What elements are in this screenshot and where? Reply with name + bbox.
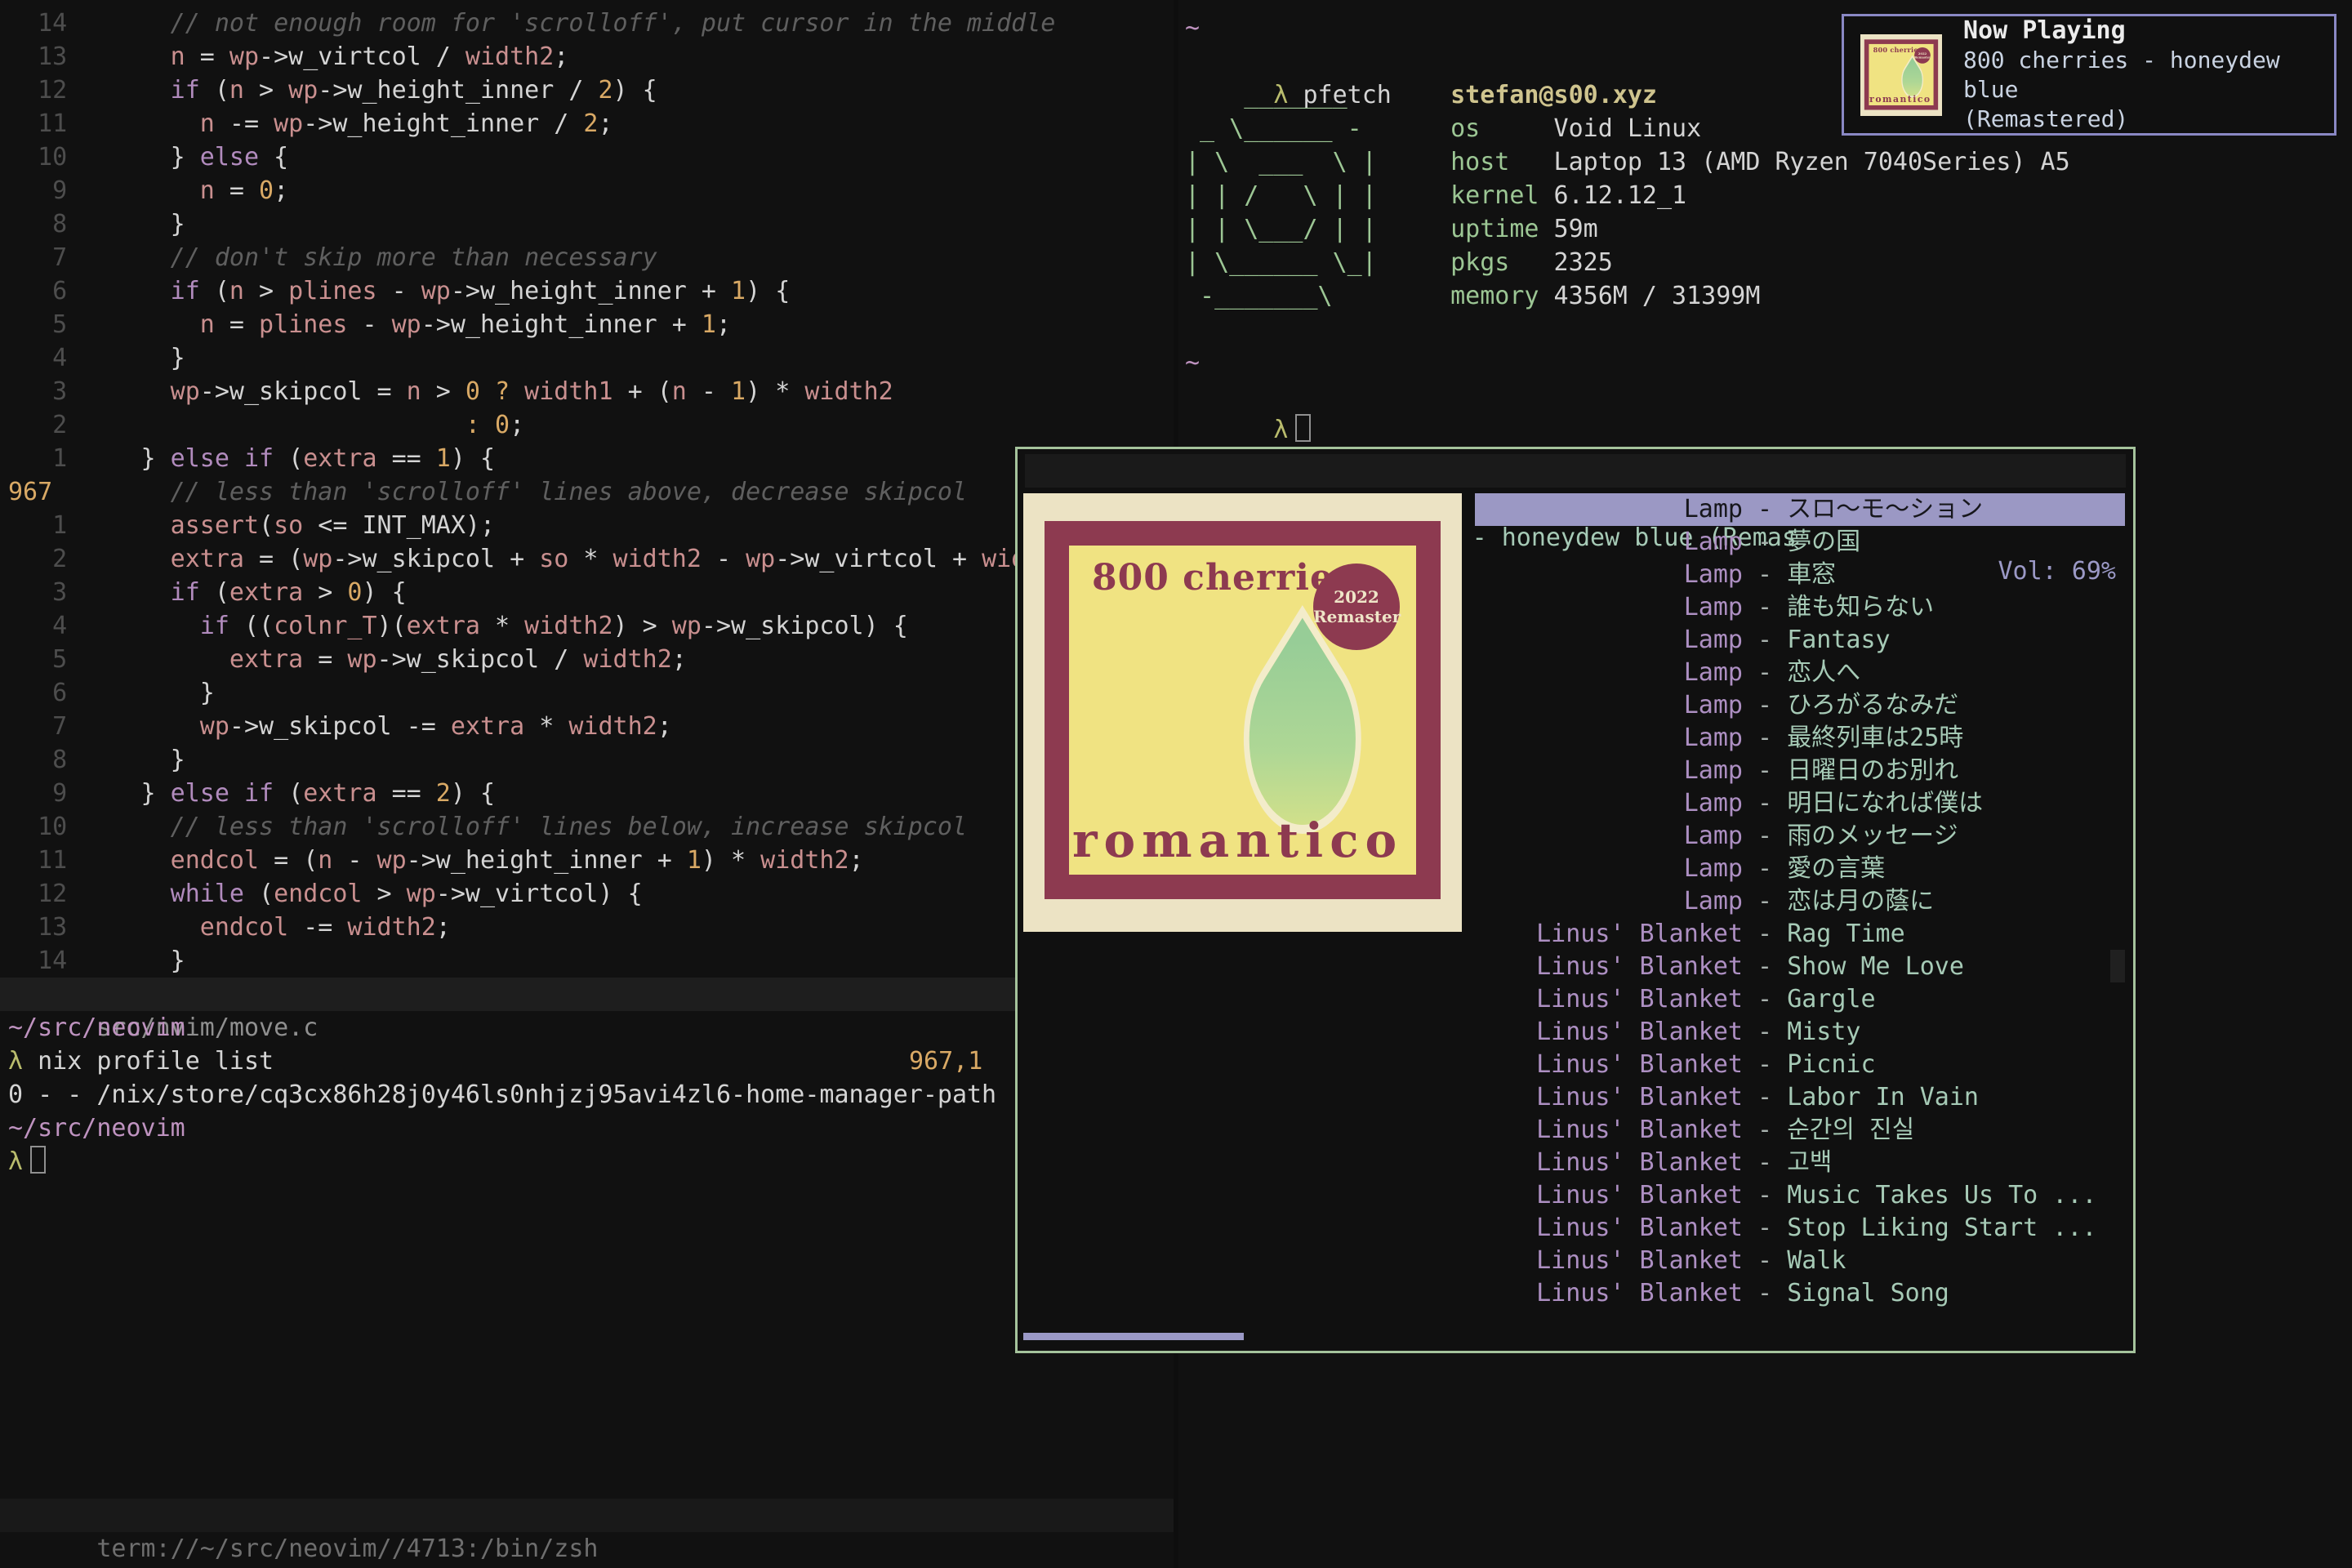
track-row[interactable]: Linus' Blanket - Labor In Vain: [1475, 1081, 2125, 1114]
notification-text: Now Playing 800 cherries - honeydew blue…: [1963, 16, 2334, 134]
code-line: 10 } else {: [0, 140, 1174, 174]
code-line: 13 n = wp->w_virtcol / width2;: [0, 40, 1174, 74]
code-line: 9 n = 0;: [0, 174, 1174, 207]
track-row[interactable]: Linus' Blanket - 순간의 진실: [1475, 1114, 2125, 1147]
track-row[interactable]: Lamp - Fantasy: [1475, 624, 2125, 657]
code-line: 4 }: [0, 341, 1174, 375]
shell-line: 0 - - /nix/store/cq3cx86h28j0y46ls0nhjzj…: [0, 1078, 1174, 1111]
prompt-lambda-icon: λ: [1273, 416, 1288, 444]
code-line: 10 // less than 'scrolloff' lines below,…: [0, 810, 1174, 844]
code-line: 1 assert(so <= INT_MAX);: [0, 509, 1174, 542]
shell-line: λ nix profile list: [0, 1045, 1174, 1078]
shell-line: ~/src/neovim: [0, 1011, 1174, 1045]
track-row[interactable]: Lamp - ひろがるなみだ: [1475, 689, 2125, 722]
shell-tilde: ~: [1185, 14, 1200, 42]
player-header: [Playing] herries - honeydew blue (Remas…: [1025, 454, 2126, 488]
playback-progress-bar[interactable]: [1023, 1333, 1244, 1340]
music-player-window[interactable]: [Playing] herries - honeydew blue (Remas…: [1015, 447, 2136, 1353]
now-playing-notification[interactable]: 800 cherries 2022 Remaster romantico Now…: [1842, 14, 2336, 136]
track-row[interactable]: Linus' Blanket - Gargle: [1475, 983, 2125, 1016]
track-row[interactable]: Lamp - 最終列車は25時: [1475, 722, 2125, 755]
code-line: 3 if (extra > 0) {: [0, 576, 1174, 609]
blank-row: [1185, 313, 2352, 346]
code-line: 14 // not enough room for 'scrolloff', p…: [0, 7, 1174, 40]
track-row[interactable]: Lamp - 日曜日のお別れ: [1475, 755, 2125, 787]
code-line: 2 : 0;: [0, 408, 1174, 442]
playlist-scrollbar-thumb[interactable]: [2110, 950, 2125, 982]
code-line: 11 endcol = (n - wp->w_height_inner + 1)…: [0, 844, 1174, 877]
code-line: 11 n -= wp->w_height_inner / 2;: [0, 107, 1174, 140]
shell-line: λ: [0, 1145, 1174, 1178]
track-row[interactable]: Linus' Blanket - 고백: [1475, 1147, 2125, 1179]
left-terminal-window[interactable]: 14 // not enough room for 'scrolloff', p…: [0, 0, 1174, 1568]
track-row[interactable]: Linus' Blanket - Show Me Love: [1475, 951, 2125, 983]
code-line: 1 } else if (extra == 1) {: [0, 442, 1174, 475]
desktop: 14 // not enough room for 'scrolloff', p…: [0, 0, 2352, 1568]
track-row[interactable]: Lamp - 恋人へ: [1475, 657, 2125, 689]
track-row[interactable]: Linus' Blanket - Music Takes Us To ...: [1475, 1179, 2125, 1212]
track-row[interactable]: Lamp - 恋は月の蔭に: [1475, 885, 2125, 918]
notification-line2: (Remastered): [1963, 105, 2334, 134]
editor-statusline: src/nvim/move.c 967,1: [0, 978, 1174, 1011]
track-row[interactable]: Linus' Blanket - Misty: [1475, 1016, 2125, 1049]
pfetch-row: | | \___/ | |uptime59m: [1185, 212, 2352, 246]
terminal-cursor: [30, 1146, 46, 1174]
track-row-selected[interactable]: Lamp - スロ～モ～ション: [1475, 493, 2125, 526]
code-line: 12 while (endcol > wp->w_virtcol) {: [0, 877, 1174, 911]
code-line: 5 n = plines - wp->w_height_inner + 1;: [0, 308, 1174, 341]
code-line: 8 }: [0, 207, 1174, 241]
terminal-statusline: term://~/src/neovim//4713:/bin/zsh 14,3-…: [0, 1499, 1174, 1532]
track-row[interactable]: Lamp - 明日になれば僕は: [1475, 787, 2125, 820]
track-row[interactable]: Linus' Blanket - Signal Song: [1475, 1277, 2125, 1310]
code-line: 14 }: [0, 944, 1174, 978]
pfetch-row: | \______ \_|pkgs2325: [1185, 246, 2352, 279]
track-row[interactable]: Lamp - 誰も知らない: [1475, 591, 2125, 624]
notification-title: Now Playing: [1963, 16, 2334, 46]
notification-line1: 800 cherries - honeydew blue: [1963, 46, 2334, 105]
code-line: 6 }: [0, 676, 1174, 710]
track-row[interactable]: Linus' Blanket - Walk: [1475, 1245, 2125, 1277]
code-line: 7 // don't skip more than necessary: [0, 241, 1174, 274]
editor-buffer[interactable]: 14 // not enough room for 'scrolloff', p…: [0, 7, 1174, 978]
code-line: 3 wp->w_skipcol = n > 0 ? width1 + (n - …: [0, 375, 1174, 408]
pfetch-row: | | / \ | |kernel6.12.12_1: [1185, 179, 2352, 212]
track-row[interactable]: Lamp - 雨のメッセージ: [1475, 820, 2125, 853]
pfetch-row: -_______\memory4356M / 31399M: [1185, 279, 2352, 313]
terminal-buffer[interactable]: ~/src/neovimλ nix profile list0 - - /nix…: [0, 1011, 1174, 1178]
code-line: 2 extra = (wp->w_skipcol + so * width2 -…: [0, 542, 1174, 576]
code-line: 12 if (n > wp->w_height_inner / 2) {: [0, 74, 1174, 107]
code-line: 13 endcol -= width2;: [0, 911, 1174, 944]
statusline-buffer-name: term://~/src/neovim//4713:/bin/zsh: [88, 1535, 598, 1563]
code-line: 7 wp->w_skipcol -= extra * width2;: [0, 710, 1174, 743]
playlist[interactable]: Lamp - スロ～モ～ションLamp - 夢の国Lamp - 車窓Lamp -…: [1475, 493, 2125, 1310]
code-line: 9 } else if (extra == 2) {: [0, 777, 1174, 810]
track-row[interactable]: Lamp - 愛の言葉: [1475, 853, 2125, 885]
track-row[interactable]: Linus' Blanket - Stop Liking Start ...: [1475, 1212, 2125, 1245]
code-line: 6 if (n > plines - wp->w_height_inner + …: [0, 274, 1174, 308]
track-row[interactable]: Linus' Blanket - Picnic: [1475, 1049, 2125, 1081]
pfetch-row: | \ ___ \ |hostLaptop 13 (AMD Ryzen 7040…: [1185, 145, 2352, 179]
shell-line: ~/src/neovim: [0, 1111, 1174, 1145]
terminal-cursor: [1295, 414, 1311, 442]
code-line: 5 extra = wp->w_skipcol / width2;: [0, 643, 1174, 676]
album-art-large: 800 cherries 2022 Remaster romantico: [1023, 493, 1462, 932]
code-line: 8 }: [0, 743, 1174, 777]
album-art-thumbnail: 800 cherries 2022 Remaster romantico: [1860, 34, 1942, 116]
track-row[interactable]: Lamp - 車窓: [1475, 559, 2125, 591]
shell-tilde: ~: [1185, 349, 1200, 377]
track-row[interactable]: Lamp - 夢の国: [1475, 526, 2125, 559]
track-row[interactable]: Linus' Blanket - Rag Time: [1475, 918, 2125, 951]
code-line: 967 // less than 'scrolloff' lines above…: [0, 475, 1174, 509]
code-line: 4 if ((colnr_T)(extra * width2) > wp->w_…: [0, 609, 1174, 643]
album-title-text: romantico: [1072, 813, 1403, 868]
